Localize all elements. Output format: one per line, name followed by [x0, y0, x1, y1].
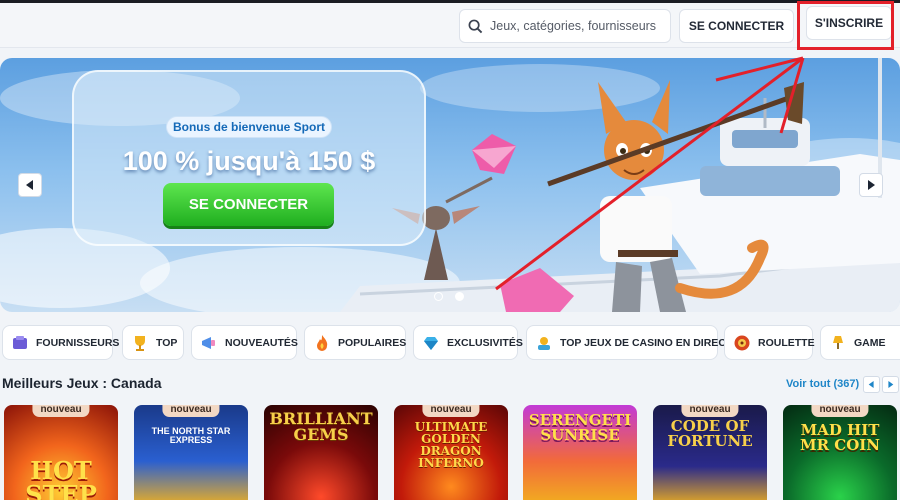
site-header: SE CONNECTER: [0, 3, 900, 48]
category-label: GAME: [854, 336, 886, 349]
game-title: MAD HIT MR COIN: [799, 421, 881, 454]
category-top[interactable]: TOP: [122, 325, 184, 360]
login-button[interactable]: SE CONNECTER: [679, 9, 794, 43]
new-badge: nouveau: [32, 405, 90, 417]
see-all-link[interactable]: Voir tout (367): [786, 378, 859, 390]
game-title: ULTIMATE GOLDEN DRAGON INFERNO: [414, 420, 488, 470]
promo-headline: 100 % jusqu'à 150 $: [122, 146, 376, 176]
game-tile[interactable]: HOT STEP nouveau: [4, 405, 118, 500]
game-tile[interactable]: SERENGETI SUNRISE: [523, 405, 637, 500]
games-next-button[interactable]: [882, 376, 899, 393]
caret-left-icon: [26, 180, 33, 190]
banner-next-button[interactable]: [859, 173, 883, 197]
category-games[interactable]: GAME: [820, 325, 900, 360]
games-prev-button[interactable]: [863, 376, 880, 393]
search-box[interactable]: [459, 9, 671, 43]
caret-left-icon: [868, 381, 874, 388]
promo-badge: Bonus de bienvenue Sport: [166, 116, 332, 138]
game-title: THE NORTH STAR EXPRESS: [151, 426, 231, 445]
game-tile[interactable]: CODE OF FORTUNE nouveau: [653, 405, 767, 500]
game-tile[interactable]: BRILLIANT GEMS: [264, 405, 378, 500]
game-tile[interactable]: MAD HIT MR COIN nouveau: [783, 405, 897, 500]
lamp-icon: [833, 335, 843, 349]
caret-right-icon: [888, 381, 894, 388]
caret-right-icon: [868, 180, 875, 190]
game-title: CODE OF FORTUNE: [667, 417, 753, 450]
category-new[interactable]: NOUVEAUTÉS: [191, 325, 298, 360]
category-live-casino[interactable]: TOP JEUX DE CASINO EN DIRECT: [526, 325, 732, 360]
games-row: HOT STEP nouveau THE NORTH STAR EXPRESS …: [0, 403, 900, 500]
new-badge: nouveau: [162, 405, 220, 417]
new-badge: nouveau: [681, 405, 739, 417]
game-title: BRILLIANT GEMS: [269, 409, 373, 444]
fire-icon: [317, 334, 328, 351]
promo-cta-button[interactable]: SE CONNECTER: [163, 183, 334, 226]
category-label: TOP JEUX DE CASINO EN DIRECT: [560, 336, 733, 349]
search-icon: [468, 19, 483, 33]
category-label: ROULETTE: [758, 336, 815, 349]
banner-pagination: [434, 292, 464, 301]
search-input[interactable]: [490, 19, 670, 33]
diamond-icon: [424, 336, 438, 350]
providers-icon: [13, 335, 27, 349]
trophy-icon: [135, 335, 145, 351]
category-popular[interactable]: POPULAIRES: [304, 325, 406, 360]
banner-prev-button[interactable]: [18, 173, 42, 197]
category-label: POPULAIRES: [338, 336, 407, 349]
category-providers[interactable]: FOURNISSEURS: [2, 325, 119, 360]
game-thumbnail: [134, 405, 248, 500]
signup-highlight-box: [797, 1, 894, 50]
category-bar: FOURNISSEURS TOP NOUVEAUTÉS POPULAIRES E…: [0, 325, 900, 361]
category-label: FOURNISSEURS: [36, 336, 120, 349]
pagination-dot[interactable]: [434, 292, 443, 301]
game-title: SERENGETI SUNRISE: [528, 411, 632, 444]
new-badge: nouveau: [422, 405, 480, 417]
category-roulette[interactable]: ROULETTE: [724, 325, 815, 360]
category-label: EXCLUSIVITÉS: [447, 336, 523, 349]
megaphone-icon: [202, 336, 215, 349]
category-label: TOP: [156, 336, 178, 349]
roulette-icon: [734, 335, 750, 350]
section-title: Meilleurs Jeux : Canada: [2, 375, 162, 391]
live-dealer-icon: [538, 336, 550, 350]
game-tile[interactable]: THE NORTH STAR EXPRESS nouveau: [134, 405, 248, 500]
category-label: NOUVEAUTÉS: [225, 336, 298, 349]
game-tile[interactable]: ULTIMATE GOLDEN DRAGON INFERNO nouveau: [394, 405, 508, 500]
pagination-dot-active[interactable]: [455, 292, 464, 301]
category-exclusives[interactable]: EXCLUSIVITÉS: [413, 325, 523, 360]
new-badge: nouveau: [811, 405, 869, 417]
game-title: HOT STEP: [25, 456, 97, 500]
